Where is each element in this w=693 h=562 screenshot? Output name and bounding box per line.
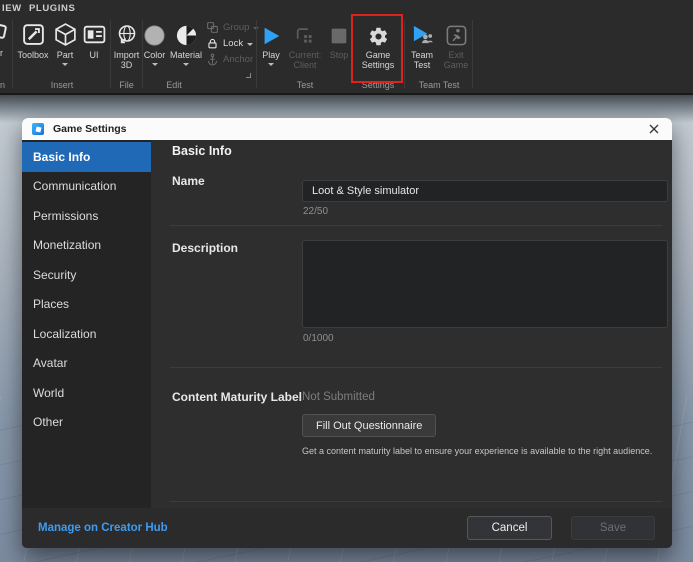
section-divider <box>170 367 662 368</box>
import-3d-button[interactable]: Import 3D <box>112 16 142 74</box>
anchor-button: Anchor <box>206 53 259 66</box>
ui-button[interactable]: UI <box>82 16 107 74</box>
color-button[interactable]: Color <box>143 16 166 74</box>
clipped-item-label: r <box>0 48 3 58</box>
section-divider <box>170 501 662 502</box>
ribbon-tab-row: IEW PLUGINS <box>0 0 693 16</box>
clipped-section-label: n <box>0 80 6 90</box>
page-title: Basic Info <box>172 144 232 158</box>
ribbon-group-insert: Toolbox Part UI Insert <box>14 16 110 92</box>
name-char-counter: 22/50 <box>303 206 329 217</box>
ribbon-group-edit: Color Material Group Lock Anchor Edit <box>143 16 260 92</box>
name-label: Name <box>172 174 205 188</box>
description-char-counter: 0/1000 <box>303 333 334 344</box>
dropdown-arrow-icon[interactable] <box>151 63 158 66</box>
clipped-icon <box>0 22 8 40</box>
cancel-button[interactable]: Cancel <box>467 516 552 540</box>
team-test-icon <box>411 19 434 47</box>
sidebar-item-localization[interactable]: Localization <box>22 319 151 349</box>
sidebar-item-communication[interactable]: Communication <box>22 172 151 202</box>
group-separator <box>256 20 257 88</box>
team-test-section-label: Team Test <box>418 80 460 90</box>
ribbon-group-clipped: r n <box>0 16 12 92</box>
sidebar-item-security[interactable]: Security <box>22 260 151 290</box>
dialog-titlebar[interactable]: Game Settings <box>22 118 672 140</box>
dialog-footer: Manage on Creator Hub Cancel Save <box>22 508 672 548</box>
group-separator <box>472 20 473 88</box>
exit-game-icon <box>445 19 468 47</box>
group-separator <box>12 20 13 88</box>
basic-info-panel: Basic Info Name 22/50 Description 0/1000… <box>151 140 672 508</box>
sidebar-item-monetization[interactable]: Monetization <box>22 231 151 261</box>
maturity-help-text: Get a content maturity label to ensure y… <box>302 446 653 456</box>
tab-view[interactable]: IEW <box>2 3 22 14</box>
sidebar-item-places[interactable]: Places <box>22 290 151 320</box>
description-input[interactable] <box>302 240 668 328</box>
dialog-title: Game Settings <box>53 123 127 135</box>
name-input[interactable] <box>302 180 668 202</box>
sidebar-item-world[interactable]: World <box>22 378 151 408</box>
dropdown-arrow-icon[interactable] <box>268 63 274 66</box>
roblox-studio-logo-icon <box>32 123 44 135</box>
lock-button[interactable]: Lock <box>206 37 259 50</box>
play-button[interactable]: Play <box>260 16 282 74</box>
edit-section-label: Edit <box>166 80 182 90</box>
content-maturity-label: Content Maturity Label <box>172 390 303 404</box>
settings-sidebar: Basic Info Communication Permissions Mon… <box>22 140 151 508</box>
sidebar-item-basic-info[interactable]: Basic Info <box>22 142 151 172</box>
dropdown-arrow-icon[interactable] <box>62 63 69 66</box>
toolbox-icon <box>21 19 46 47</box>
ribbon-group-test: Play Current: Client Stop Test <box>258 16 352 92</box>
play-icon <box>260 19 282 47</box>
anchor-icon <box>206 53 219 66</box>
file-section-label: File <box>119 80 134 90</box>
stop-icon <box>328 19 350 47</box>
game-settings-dialog: Game Settings Basic Info Communication P… <box>22 118 672 548</box>
team-test-button[interactable]: Team Test <box>407 16 437 74</box>
insert-section-label: Insert <box>50 80 74 90</box>
close-icon[interactable] <box>646 121 662 137</box>
sidebar-item-permissions[interactable]: Permissions <box>22 201 151 231</box>
import-3d-icon <box>115 19 139 47</box>
highlight-box <box>351 14 403 83</box>
ribbon-toolbar: IEW PLUGINS r n Toolbox Part UI Insert I… <box>0 0 693 95</box>
section-divider <box>170 225 662 226</box>
test-section-label: Test <box>296 80 314 90</box>
exit-game-button: Exit Game <box>441 16 471 74</box>
material-button[interactable]: Material <box>170 16 202 74</box>
ribbon-group-team-test: Team Test Exit Game Team Test <box>406 16 472 92</box>
dialog-launcher-icon[interactable] <box>246 73 251 78</box>
ui-icon <box>82 19 107 47</box>
lock-icon <box>206 37 219 50</box>
part-button[interactable]: Part <box>53 16 78 74</box>
material-circle-icon <box>175 19 198 47</box>
save-button: Save <box>571 516 655 540</box>
current-client-button: Current: Client <box>286 16 324 74</box>
sidebar-item-other[interactable]: Other <box>22 408 151 438</box>
color-circle-icon <box>143 19 166 47</box>
dropdown-arrow-icon[interactable] <box>183 63 189 66</box>
sidebar-item-avatar[interactable]: Avatar <box>22 349 151 379</box>
toolbox-button[interactable]: Toolbox <box>17 16 49 74</box>
tab-plugins[interactable]: PLUGINS <box>29 3 75 14</box>
group-objects-icon <box>206 21 219 34</box>
stop-button: Stop <box>328 16 350 74</box>
group-button: Group <box>206 21 260 34</box>
dropdown-arrow-icon[interactable] <box>247 42 254 46</box>
manage-creator-hub-link[interactable]: Manage on Creator Hub <box>38 522 168 534</box>
fill-out-questionnaire-button[interactable]: Fill Out Questionnaire <box>302 414 437 437</box>
ribbon-group-file: Import 3D File <box>111 16 142 92</box>
description-label: Description <box>172 241 239 255</box>
current-client-icon <box>294 19 316 47</box>
maturity-status-text: Not Submitted <box>302 391 375 403</box>
group-separator <box>404 20 405 88</box>
part-cube-icon <box>53 19 78 47</box>
